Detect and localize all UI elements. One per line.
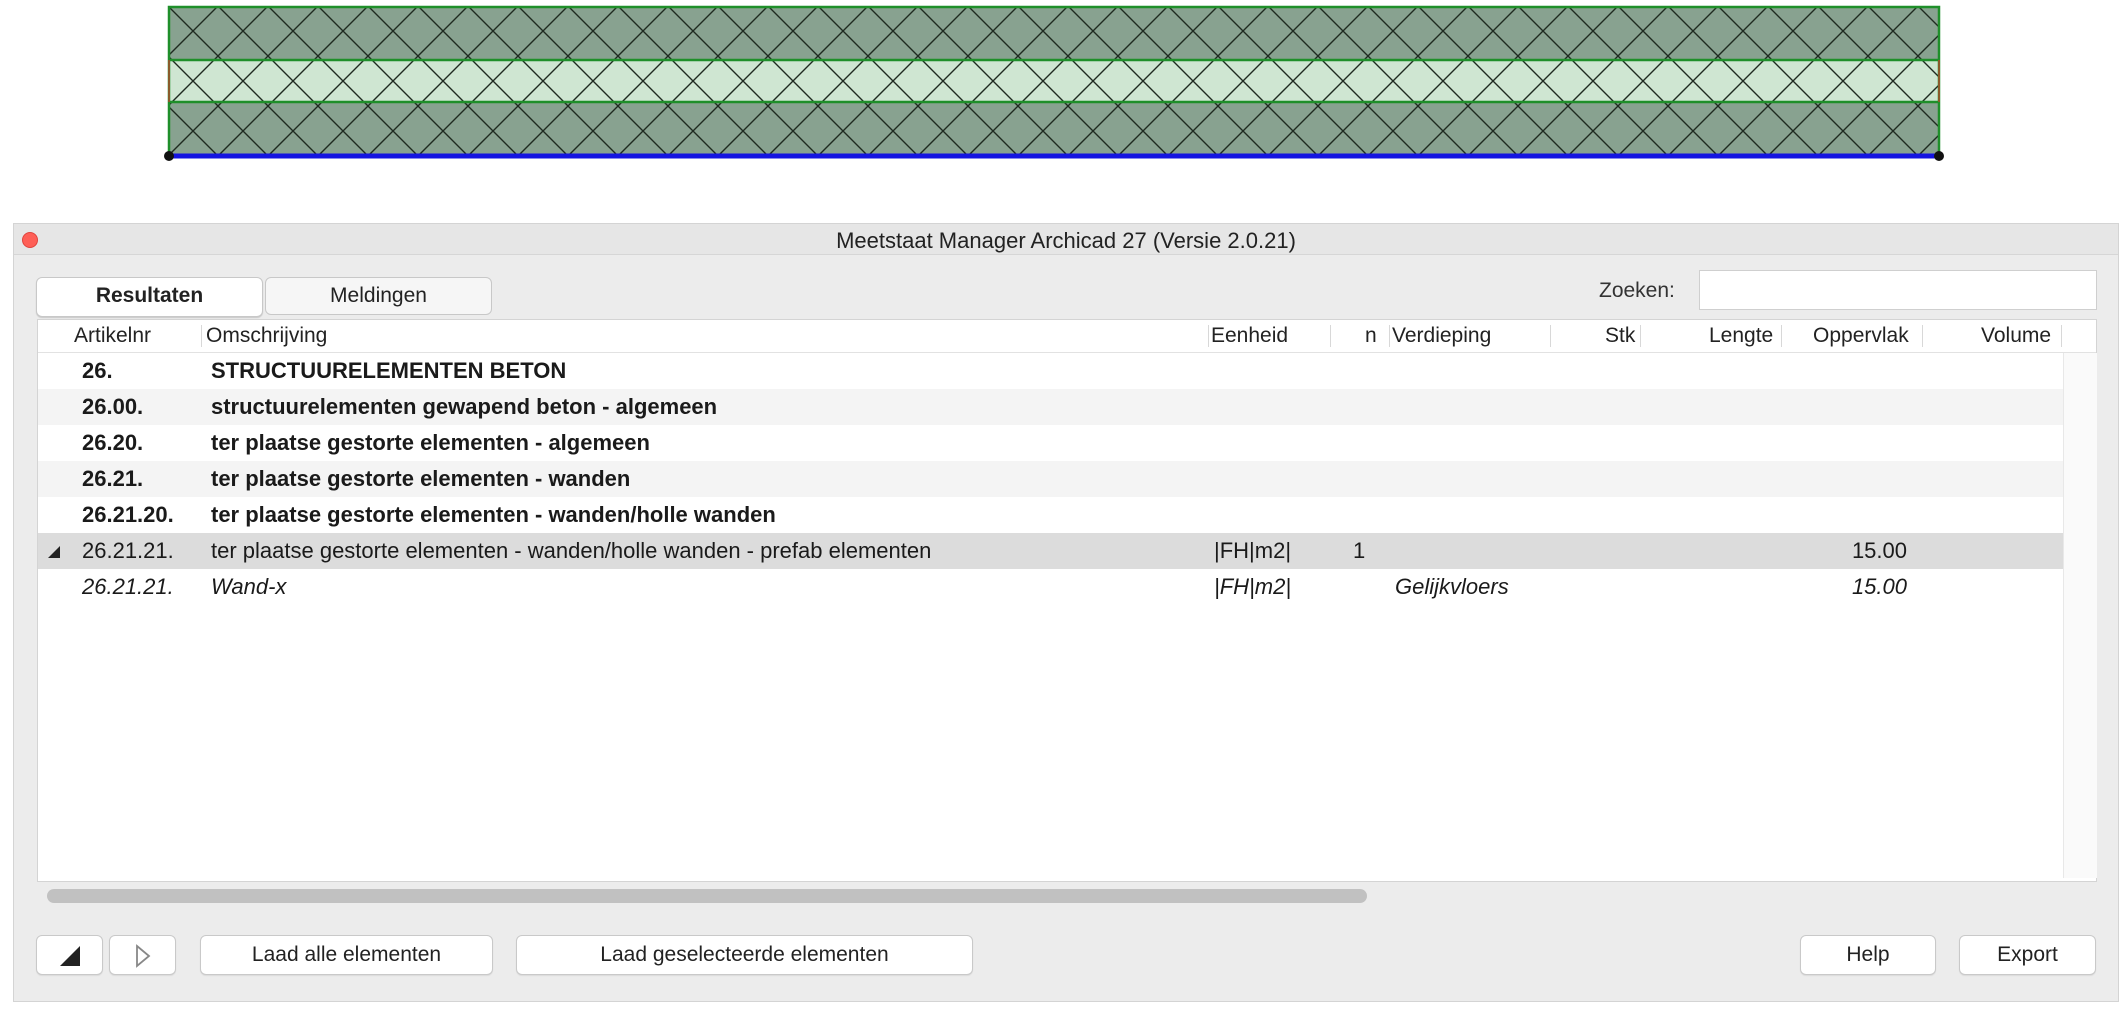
cell-verdieping: Gelijkvloers <box>1395 574 1509 599</box>
tab-meldingen[interactable]: Meldingen <box>265 277 492 315</box>
collapse-triangle-icon <box>59 946 80 966</box>
column-header-verdieping[interactable]: Verdieping <box>1392 324 1491 348</box>
table-row[interactable]: 26.21. ter plaatse gestorte elementen - … <box>38 461 2063 497</box>
table-row-selected[interactable]: 26.21.21. ter plaatse gestorte elementen… <box>38 533 2063 569</box>
column-header-stk[interactable]: Stk <box>1605 324 1635 348</box>
wall-endpoint-end <box>1934 151 1944 161</box>
search-input[interactable] <box>1699 270 2097 310</box>
load-all-elements-button[interactable]: Laad alle elementen <box>200 935 493 975</box>
disclosure-triangle-expanded-icon[interactable] <box>48 546 60 558</box>
wall-hatch <box>169 7 1939 156</box>
table-row[interactable]: 26. STRUCTUURELEMENTEN BETON <box>38 353 2063 389</box>
meetstaat-manager-window: Meetstaat Manager Archicad 27 (Versie 2.… <box>13 223 2119 1002</box>
collapse-all-button[interactable] <box>36 935 103 975</box>
horizontal-scrollbar[interactable] <box>37 884 2097 906</box>
cell-eenheid: |FH|m2| <box>1214 538 1292 563</box>
title-bar[interactable]: Meetstaat Manager Archicad 27 (Versie 2.… <box>14 224 2118 255</box>
table-header: Artikelnr Omschrijving Eenheid n Verdiep… <box>38 320 2096 353</box>
results-table: Artikelnr Omschrijving Eenheid n Verdiep… <box>37 319 2097 882</box>
table-row-child[interactable]: 26.21.21. Wand-x |FH|m2| Gelijkvloers 15… <box>38 569 2063 605</box>
column-header-artikelnr[interactable]: Artikelnr <box>74 324 151 348</box>
tab-resultaten[interactable]: Resultaten <box>36 277 263 317</box>
expand-all-button[interactable] <box>109 935 176 975</box>
cell-omschrijving: ter plaatse gestorte elementen - wanden/… <box>211 502 776 527</box>
column-header-n[interactable]: n <box>1365 324 1377 348</box>
help-button[interactable]: Help <box>1800 935 1936 975</box>
cell-oppervlak: 15.00 <box>1851 538 1907 563</box>
cell-omschrijving: ter plaatse gestorte elementen - wanden <box>211 466 631 491</box>
horizontal-scrollbar-thumb[interactable] <box>47 889 1367 903</box>
cell-omschrijving: ter plaatse gestorte elementen - algemee… <box>211 430 650 455</box>
cell-artikelnr: 26.20. <box>82 430 144 455</box>
wall-endpoint-start <box>164 151 174 161</box>
column-header-eenheid[interactable]: Eenheid <box>1211 324 1288 348</box>
column-header-volume[interactable]: Volume <box>1981 324 2051 348</box>
expand-triangle-icon <box>135 944 150 968</box>
cell-oppervlak: 15.00 <box>1851 574 1907 599</box>
load-selected-elements-button[interactable]: Laad geselecteerde elementen <box>516 935 973 975</box>
cell-eenheid: |FH|m2| <box>1214 574 1292 599</box>
table-row[interactable]: 26.20. ter plaatse gestorte elementen - … <box>38 425 2063 461</box>
table-row[interactable]: 26.00. structuurelementen gewapend beton… <box>38 389 2063 425</box>
cell-omschrijving: ter plaatse gestorte elementen - wanden/… <box>211 538 932 563</box>
column-header-omschrijving[interactable]: Omschrijving <box>206 324 327 348</box>
cell-omschrijving: STRUCTUURELEMENTEN BETON <box>211 358 567 383</box>
cell-artikelnr: 26.21. <box>82 466 144 491</box>
plan-view-canvas <box>0 0 2128 220</box>
column-header-lengte[interactable]: Lengte <box>1709 324 1773 348</box>
cell-n: 1 <box>1353 538 1366 563</box>
column-header-oppervlak[interactable]: Oppervlak <box>1813 324 1909 348</box>
cell-artikelnr: 26.21.20. <box>82 502 174 527</box>
table-body: 26. STRUCTUURELEMENTEN BETON 26.00. stru… <box>38 353 2063 878</box>
cell-artikelnr: 26.00. <box>82 394 144 419</box>
cell-omschrijving: Wand-x <box>211 574 287 599</box>
wall-section-drawing <box>164 5 1944 161</box>
search-label: Zoeken: <box>1599 279 1675 302</box>
export-button[interactable]: Export <box>1959 935 2096 975</box>
cell-artikelnr: 26.21.21. <box>82 574 174 599</box>
window-title: Meetstaat Manager Archicad 27 (Versie 2.… <box>836 228 1296 253</box>
cell-artikelnr: 26.21.21. <box>82 538 174 563</box>
table-row[interactable]: 26.21.20. ter plaatse gestorte elementen… <box>38 497 2063 533</box>
cell-omschrijving: structuurelementen gewapend beton - alge… <box>211 394 718 419</box>
vertical-scrollbar[interactable] <box>2063 353 2097 878</box>
cell-artikelnr: 26. <box>82 358 113 383</box>
